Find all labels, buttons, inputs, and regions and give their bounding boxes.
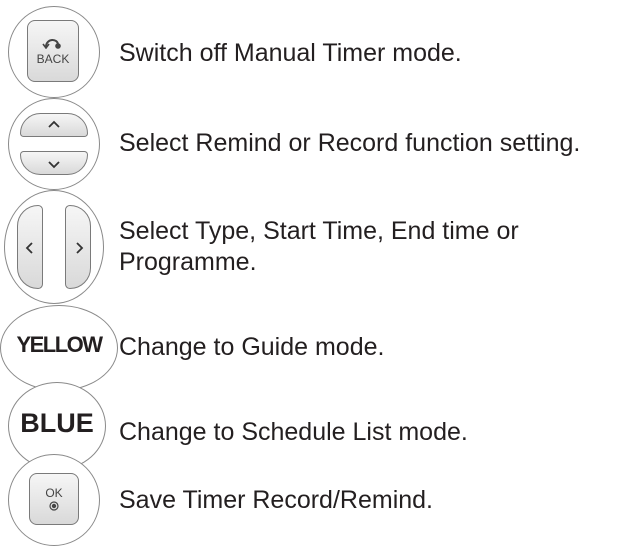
row-updown-text: Select Remind or Record function setting… <box>119 129 581 157</box>
chevron-left-icon <box>25 242 33 254</box>
row-ok: OK Save Timer Record/Remind. <box>0 452 641 547</box>
ok-key-label: OK <box>45 486 63 500</box>
back-button[interactable]: BACK <box>27 20 79 82</box>
yellow-button[interactable]: YELLOW <box>0 305 118 391</box>
back-key-label: BACK <box>36 52 70 66</box>
row-yellow-text: Change to Guide mode. <box>119 333 385 361</box>
left-button[interactable] <box>17 205 43 289</box>
yellow-key-label: YELLOW <box>16 332 103 357</box>
row-up-down: Select Remind or Record function setting… <box>0 98 641 190</box>
down-button[interactable] <box>20 151 88 175</box>
ok-button[interactable]: OK <box>29 473 79 525</box>
leftright-key-circle <box>4 190 104 304</box>
chevron-right-icon <box>76 242 84 254</box>
row-leftright-text-line1: Select Type, Start Time, End time or <box>119 217 519 245</box>
chevron-up-icon <box>48 120 60 128</box>
row-ok-text: Save Timer Record/Remind. <box>119 486 434 514</box>
back-key-circle: BACK <box>8 6 100 98</box>
ok-key-circle: OK <box>8 454 100 546</box>
dot-icon <box>49 501 59 511</box>
blue-key-label: BLUE <box>20 408 94 438</box>
row-back: BACK Switch off Manual Timer mode. <box>0 0 641 98</box>
row-blue-text: Change to Schedule List mode. <box>119 418 468 446</box>
chevron-down-icon <box>48 161 60 169</box>
up-button[interactable] <box>20 113 88 137</box>
return-arrow-icon <box>42 39 61 49</box>
row-yellow: YELLOW Change to Guide mode. <box>0 305 641 391</box>
row-back-text: Switch off Manual Timer mode. <box>119 39 462 67</box>
updown-key-circle <box>8 98 100 190</box>
row-left-right: Select Type, Start Time, End time or Pro… <box>0 190 641 305</box>
row-leftright-text-line2: Programme. <box>119 248 257 276</box>
right-button[interactable] <box>65 205 91 289</box>
